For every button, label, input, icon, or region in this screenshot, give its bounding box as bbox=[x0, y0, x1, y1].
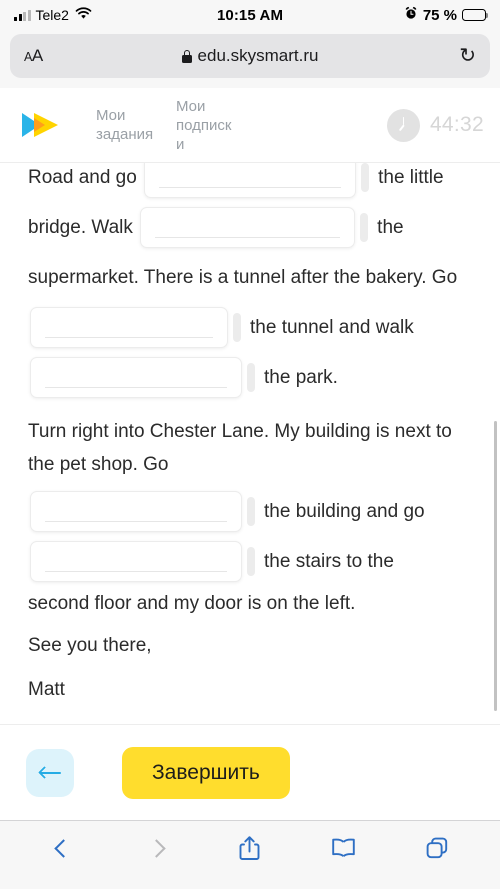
browser-bookmarks-button[interactable] bbox=[321, 830, 367, 870]
exercise-text-9: the park. bbox=[264, 367, 338, 388]
closing-line-2: Matt bbox=[28, 679, 65, 700]
finish-button[interactable]: Завершить bbox=[122, 746, 290, 799]
exercise-text-12-line: second floor and my door is on the left. bbox=[28, 587, 472, 620]
blank-6[interactable] bbox=[30, 541, 242, 583]
blank-1[interactable] bbox=[144, 163, 357, 199]
browser-forward-button bbox=[133, 830, 179, 870]
iphone-safari-screen: Tele2 10:15 AM 75 % AA edu.skysmart.ru ↻… bbox=[0, 0, 500, 889]
wifi-icon bbox=[75, 6, 92, 24]
tabs-icon bbox=[425, 836, 449, 865]
status-bar-right: 75 % bbox=[283, 6, 489, 24]
exercise-paragraph-text: Turn right into Chester Lane. My buildin… bbox=[28, 415, 472, 481]
exercise-text-10: the building and go bbox=[264, 501, 425, 522]
blank-caret-1[interactable] bbox=[361, 163, 370, 193]
status-bar-clock: 10:15 AM bbox=[216, 6, 284, 24]
alarm-clock-icon bbox=[404, 6, 418, 24]
exercise-text-1: Road and go bbox=[28, 167, 137, 188]
lock-icon bbox=[181, 49, 192, 63]
address-bar[interactable]: AA edu.skysmart.ru ↻ bbox=[10, 34, 490, 78]
back-chevron-icon bbox=[56, 839, 69, 861]
exercise-text-11: the stairs to the bbox=[264, 551, 394, 572]
exercise-text-3: bridge. Walk bbox=[28, 217, 133, 238]
letter-signature: See you there, Matt bbox=[28, 624, 472, 712]
browser-toolbar bbox=[0, 820, 500, 889]
browser-address-bar-container: AA edu.skysmart.ru ↻ bbox=[0, 30, 500, 88]
battery-icon bbox=[462, 9, 489, 21]
exercise-text-2: the little bbox=[378, 167, 444, 188]
text-size-button[interactable]: AA bbox=[24, 46, 43, 66]
back-button[interactable] bbox=[26, 748, 74, 797]
url-display: edu.skysmart.ru bbox=[10, 46, 490, 66]
exercise-action-bar: Завершить bbox=[0, 724, 500, 820]
bookmarks-book-icon bbox=[331, 837, 356, 863]
closing-line-1: See you there, bbox=[28, 635, 152, 656]
clock-icon bbox=[386, 108, 420, 142]
exercise-text-5: supermarket. There is a tunnel after the bbox=[28, 267, 361, 288]
exercise-flow-text-2: the building and go the stairs to the bbox=[28, 487, 472, 587]
url-text: edu.skysmart.ru bbox=[197, 46, 319, 65]
exercise-text-8: and walk bbox=[338, 317, 414, 338]
forward-chevron-icon bbox=[150, 839, 163, 861]
arrow-left-icon bbox=[37, 766, 61, 780]
browser-share-button[interactable] bbox=[227, 830, 273, 870]
session-timer: 44:32 bbox=[386, 108, 484, 142]
nav-item-my-subscriptions[interactable]: Мои подписки bbox=[176, 97, 238, 154]
exercise-content: Road and go the little bridge. Walk the … bbox=[0, 163, 500, 724]
blank-caret-4[interactable] bbox=[247, 363, 255, 393]
share-icon bbox=[239, 835, 260, 866]
exercise-paragraph-1: Turn right into Chester Lane. My buildin… bbox=[28, 421, 458, 475]
blank-4[interactable] bbox=[30, 357, 242, 399]
reload-icon[interactable]: ↻ bbox=[459, 46, 476, 66]
browser-back-button[interactable] bbox=[40, 830, 86, 870]
blank-3[interactable] bbox=[30, 307, 228, 349]
browser-tabs-button[interactable] bbox=[414, 830, 460, 870]
page-scrollbar[interactable] bbox=[494, 421, 497, 711]
nav-item-my-assignments[interactable]: Мои задания bbox=[96, 106, 158, 144]
battery-percent-label: 75 % bbox=[422, 6, 458, 24]
exercise-text-7: the tunnel bbox=[250, 317, 334, 338]
cellular-signal-icon bbox=[14, 9, 31, 21]
exercise-text-12: second floor and my door is on the left. bbox=[28, 593, 356, 614]
timer-value: 44:32 bbox=[429, 113, 484, 136]
blank-caret-5[interactable] bbox=[247, 497, 255, 527]
skysmart-logo-icon[interactable] bbox=[18, 108, 64, 142]
carrier-label: Tele2 bbox=[35, 7, 69, 23]
blank-caret-2[interactable] bbox=[360, 213, 369, 243]
blank-5[interactable] bbox=[30, 491, 242, 533]
blank-2[interactable] bbox=[140, 207, 356, 249]
exercise-flow-text: Road and go the little bridge. Walk the … bbox=[28, 163, 472, 403]
exercise-text-4: the bbox=[377, 217, 404, 238]
blank-caret-3[interactable] bbox=[233, 313, 241, 343]
exercise-text-6: bakery. Go bbox=[365, 267, 458, 288]
status-bar-left: Tele2 bbox=[14, 6, 217, 24]
app-header: Мои задания Мои подписки 44:32 bbox=[0, 88, 500, 163]
blank-caret-6[interactable] bbox=[247, 547, 255, 577]
status-bar: Tele2 10:15 AM 75 % bbox=[0, 0, 500, 30]
